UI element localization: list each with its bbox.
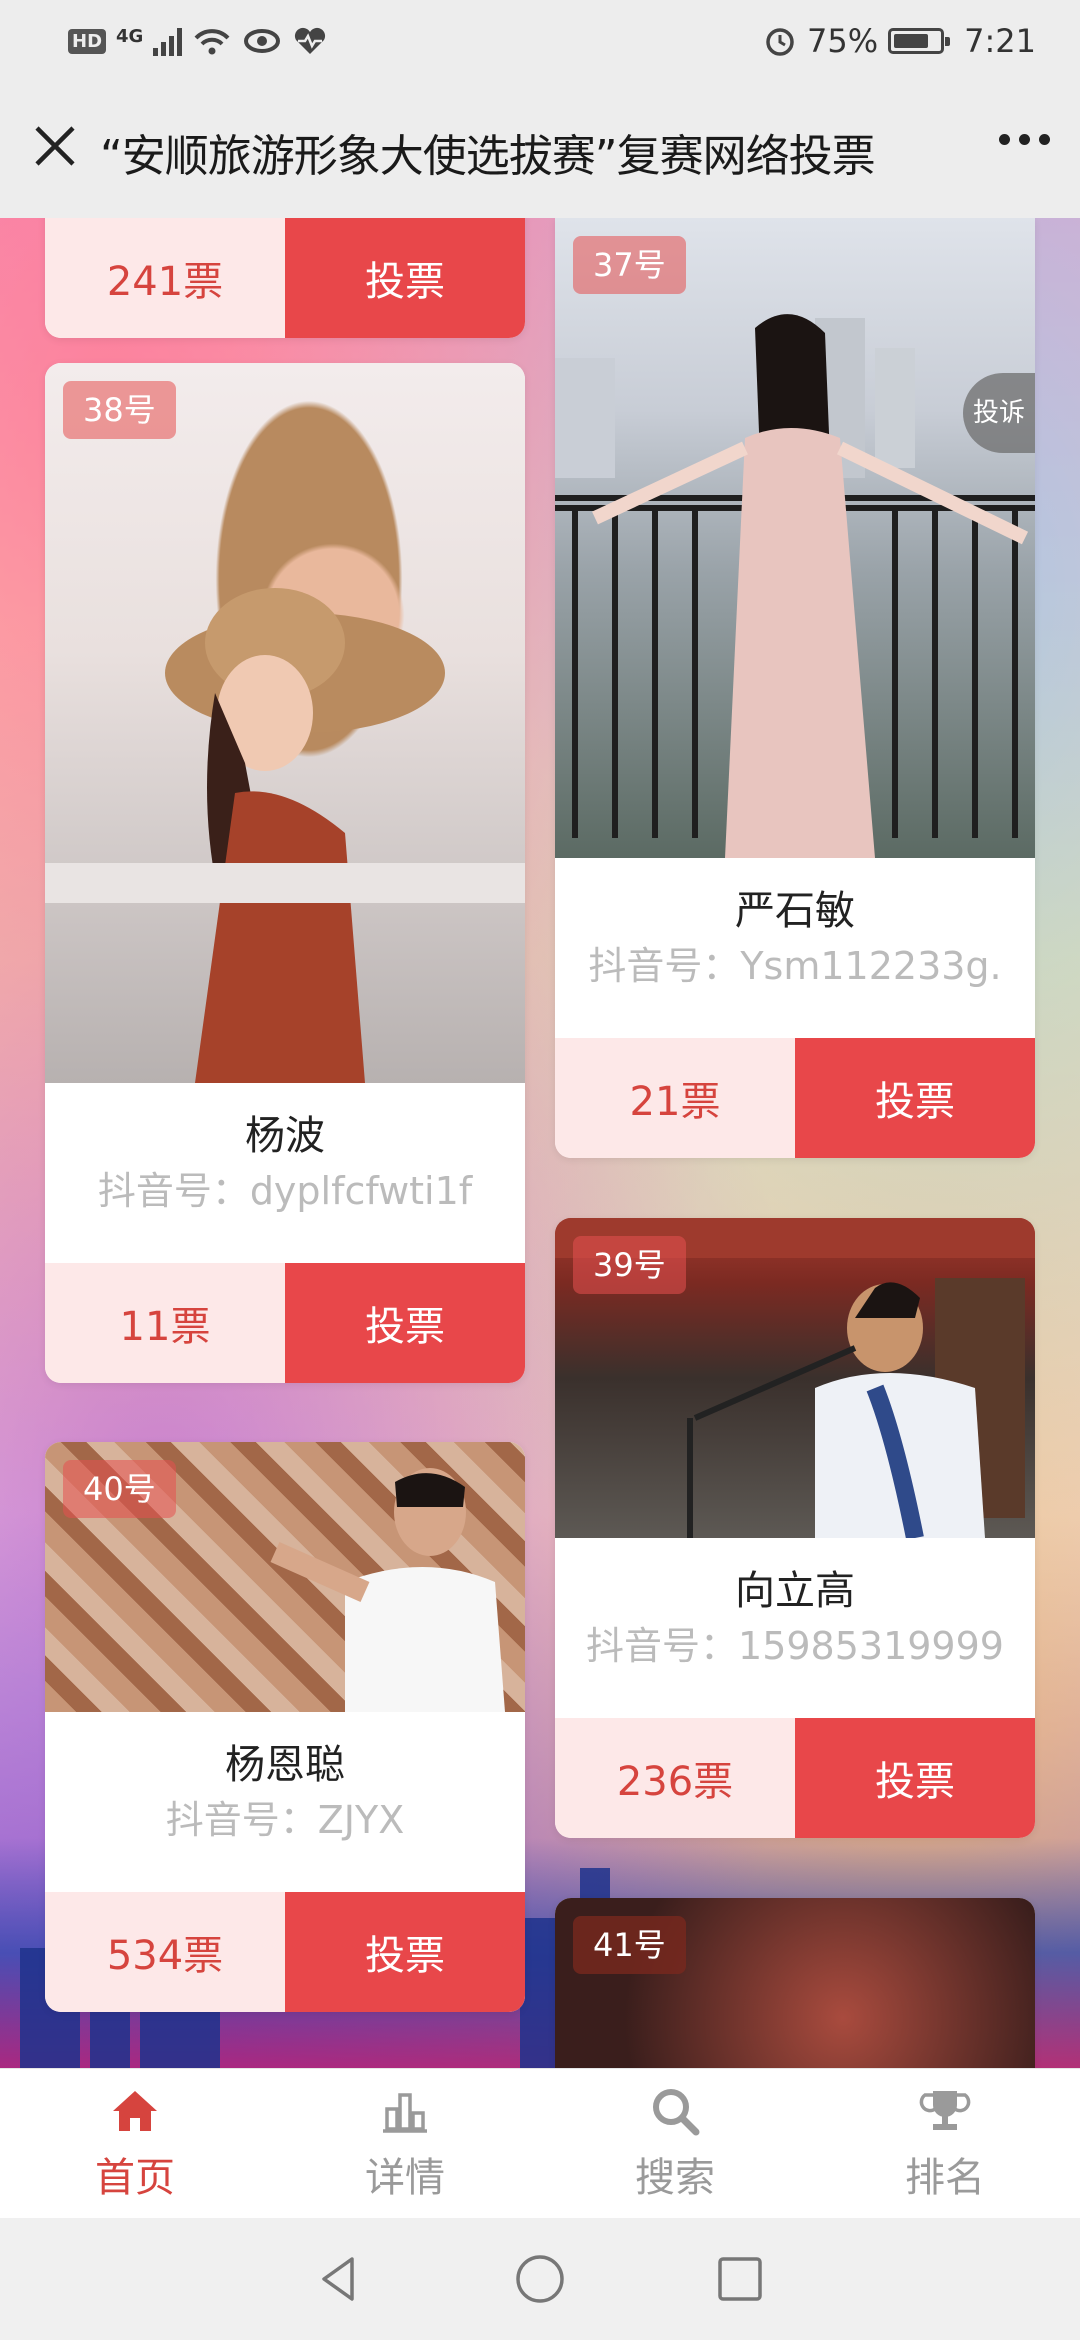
candidate-name: 杨恩聪	[225, 1742, 345, 1788]
candidate-photo[interactable]: 40号	[45, 1442, 525, 1712]
home-icon	[113, 2090, 157, 2131]
douyin-account: 抖音号：dyplfcfwti1f	[97, 1169, 473, 1213]
more-icon[interactable]	[999, 134, 1050, 145]
heart-rate-icon	[295, 27, 326, 54]
search-icon	[653, 2088, 700, 2135]
douyin-account: 抖音号：15985319999	[586, 1624, 1004, 1668]
recents-icon[interactable]	[712, 2251, 768, 2307]
candidate-card: 241票 投票	[45, 218, 525, 338]
report-button[interactable]: 投诉	[963, 373, 1035, 453]
tab-home[interactable]: 首页	[0, 2069, 270, 2218]
chart-icon	[383, 2092, 427, 2133]
candidate-photo[interactable]: 38号	[45, 363, 525, 1083]
candidate-photo[interactable]: 41号	[555, 1898, 1035, 2068]
vote-button[interactable]: 投票	[795, 1718, 1035, 1838]
tab-search-label: 搜索	[635, 2154, 715, 2201]
vote-count: 241票	[45, 218, 285, 338]
alarm-icon	[766, 28, 794, 56]
system-nav-bar	[0, 2218, 1080, 2340]
back-icon[interactable]	[312, 2251, 368, 2307]
wifi-icon	[194, 29, 230, 55]
vote-button[interactable]: 投票	[795, 1038, 1035, 1158]
vote-button[interactable]: 投票	[285, 218, 525, 338]
candidate-photo[interactable]: 37号 投诉	[555, 218, 1035, 858]
network-type: 4G	[116, 26, 144, 47]
trophy-icon	[919, 2090, 971, 2130]
eye-icon	[244, 29, 281, 53]
vote-count: 21票	[555, 1038, 795, 1158]
status-bar: HD 4G 75% 7:21	[0, 0, 1080, 90]
candidate-card[interactable]: 39号 向立高 抖音号：15985319999 236票 投票	[555, 1218, 1035, 1838]
candidate-number: 39号	[573, 1236, 686, 1294]
candidate-card[interactable]: 41号	[555, 1898, 1035, 2068]
tab-home-label: 首页	[95, 2154, 175, 2201]
candidate-card[interactable]: 40号 杨恩聪 抖音号：ZJYX 534票 投票	[45, 1442, 525, 2012]
tab-details[interactable]: 详情	[270, 2069, 540, 2218]
candidate-name: 严石敏	[735, 888, 855, 934]
candidate-number: 37号	[573, 236, 686, 294]
candidate-number: 41号	[573, 1916, 686, 1974]
title-bar: “安顺旅游形象大使选拔赛”复赛网络投票	[0, 90, 1080, 218]
candidate-number: 38号	[63, 381, 176, 439]
vote-count: 236票	[555, 1718, 795, 1838]
battery-icon	[888, 28, 951, 54]
bottom-tab-bar: 首页 详情 搜索 排名	[0, 2068, 1080, 2218]
tab-search[interactable]: 搜索	[540, 2069, 810, 2218]
vote-count: 534票	[45, 1892, 285, 2012]
signal-icon	[153, 26, 183, 56]
vote-button[interactable]: 投票	[285, 1892, 525, 2012]
vote-count: 11票	[45, 1263, 285, 1383]
candidate-name: 杨波	[245, 1113, 325, 1159]
page-title: “安顺旅游形象大使选拔赛”复赛网络投票	[100, 131, 876, 182]
home-circle-icon[interactable]	[512, 2251, 568, 2307]
douyin-account: 抖音号：ZJYX	[165, 1798, 405, 1842]
candidate-name: 向立高	[735, 1568, 855, 1614]
close-icon[interactable]	[30, 124, 80, 174]
hd-icon: HD	[68, 28, 107, 54]
candidate-card[interactable]: 37号 投诉 严石敏 抖音号：Ysm112233g. 21票 投票	[555, 218, 1035, 1158]
douyin-account: 抖音号：Ysm112233g.	[588, 944, 1002, 988]
tab-details-label: 详情	[365, 2154, 445, 2201]
candidate-number: 40号	[63, 1460, 176, 1518]
battery-percent: 75%	[807, 22, 879, 60]
tab-ranking[interactable]: 排名	[810, 2069, 1080, 2218]
clock: 7:21	[964, 22, 1036, 60]
candidate-photo[interactable]: 39号	[555, 1218, 1035, 1538]
candidate-grid[interactable]: 241票 投票 38号 杨波 抖音号：dyplfcfwti1f 11票 投票 3…	[0, 218, 1080, 2068]
vote-button[interactable]: 投票	[285, 1263, 525, 1383]
tab-ranking-label: 排名	[905, 2154, 985, 2201]
candidate-card[interactable]: 38号 杨波 抖音号：dyplfcfwti1f 11票 投票	[45, 363, 525, 1383]
